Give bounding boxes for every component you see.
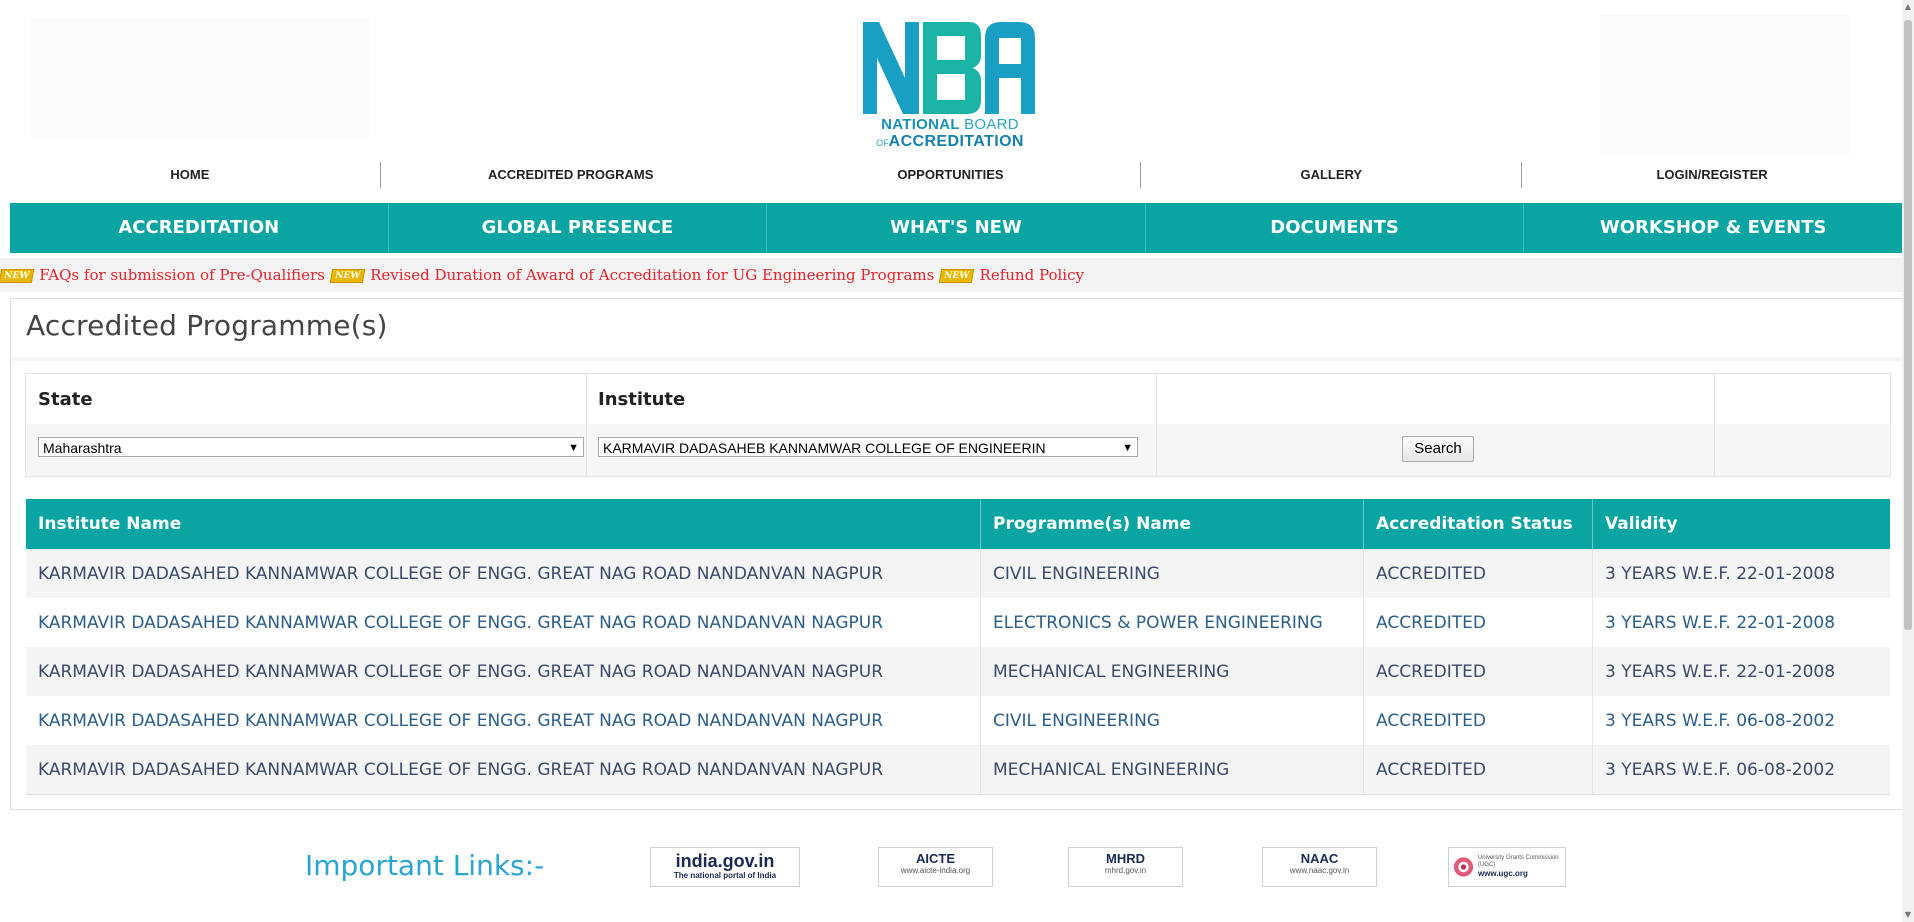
table-row: KARMAVIR DADASAHED KANNAMWAR COLLEGE OF … — [26, 745, 1890, 795]
mhrd-name: MHRD — [1106, 851, 1145, 866]
mhrd-sub: mhrd.gov.in — [1104, 866, 1147, 875]
news-ticker: NEW FAQs for submission of Pre-Qualifiers… — [0, 258, 1902, 292]
mainnav-accreditation[interactable]: ACCREDITATION — [10, 203, 389, 253]
table-row: KARMAVIR DADASAHED KANNAMWAR COLLEGE OF … — [26, 549, 1890, 598]
cell-programme: CIVIL ENGINEERING — [980, 696, 1364, 745]
cell-status: ACCREDITED — [1363, 745, 1593, 795]
topnav-gallery[interactable]: GALLERY — [1141, 160, 1521, 190]
institute-label: Institute — [598, 389, 686, 410]
india-gov-sub: The national portal of India — [673, 871, 777, 880]
ugc-sub: www.ugc.org — [1477, 869, 1528, 878]
page-title: Accredited Programme(s) — [26, 309, 388, 342]
state-select-value: Maharashtra — [43, 440, 122, 456]
vertical-scrollbar[interactable]: ▲ ▼ — [1902, 0, 1914, 922]
accredited-programmes-panel: Accredited Programme(s) State Institute … — [10, 298, 1902, 810]
cell-programme: CIVIL ENGINEERING — [980, 549, 1364, 598]
ticker-item-refund-policy[interactable]: Refund Policy — [980, 266, 1084, 284]
topnav-home[interactable]: HOME — [0, 160, 380, 190]
cell-institute: KARMAVIR DADASAHED KANNAMWAR COLLEGE OF … — [26, 696, 981, 745]
col-validity: Validity — [1592, 499, 1890, 549]
logo-line1-b: BOARD — [964, 116, 1019, 133]
cell-validity: 3 YEARS W.E.F. 06-08-2002 — [1592, 745, 1890, 795]
results-table: Institute Name Programme(s) Name Accredi… — [26, 499, 1890, 795]
mhrd-emblem[interactable]: MHRD mhrd.gov.in — [1068, 847, 1183, 887]
cell-institute: KARMAVIR DADASAHED KANNAMWAR COLLEGE OF … — [26, 745, 981, 795]
mainnav-global-presence[interactable]: GLOBAL PRESENCE — [389, 203, 768, 253]
header-banner-left — [30, 18, 370, 138]
nba-logo-icon — [863, 22, 1035, 114]
table-row: KARMAVIR DADASAHED KANNAMWAR COLLEGE OF … — [26, 647, 1890, 696]
table-row: KARMAVIR DADASAHED KANNAMWAR COLLEGE OF … — [26, 598, 1890, 647]
cell-programme: MECHANICAL ENGINEERING — [980, 745, 1364, 795]
india-gov-name: india.gov.in — [675, 851, 775, 871]
scroll-down-icon[interactable]: ▼ — [1903, 910, 1913, 920]
col-programme-name: Programme(s) Name — [980, 499, 1364, 549]
aicte-sub: www.aicte-india.org — [900, 866, 971, 875]
cell-status: ACCREDITED — [1363, 647, 1593, 696]
logo-line2: ACCREDITATION — [888, 133, 1024, 150]
select-arrow-icon: ▼ — [1122, 442, 1133, 454]
state-select[interactable]: Maharashtra ▼ — [38, 437, 584, 457]
important-links: Important Links:- india.gov.in The natio… — [0, 835, 1902, 905]
search-filter: State Institute Maharashtra ▼ KARMAVIR D… — [25, 373, 1891, 477]
naac-name: NAAC — [1300, 851, 1339, 866]
cell-validity: 3 YEARS W.E.F. 22-01-2008 — [1592, 647, 1890, 696]
aicte-name: AICTE — [916, 851, 955, 866]
header-banner-right — [1600, 15, 1850, 155]
cell-programme: ELECTRONICS & POWER ENGINEERING — [980, 598, 1364, 647]
cell-status: ACCREDITED — [1363, 598, 1593, 647]
important-links-title: Important Links:- — [305, 849, 545, 882]
cell-institute: KARMAVIR DADASAHED KANNAMWAR COLLEGE OF … — [26, 647, 981, 696]
mainnav-workshop-events[interactable]: WORKSHOP & EVENTS — [1524, 203, 1902, 253]
ugc-emblem-icon — [1453, 857, 1474, 877]
naac-sub: www.naac.gov.in — [1289, 866, 1350, 875]
new-badge-icon: NEW — [939, 269, 975, 283]
cell-institute: KARMAVIR DADASAHED KANNAMWAR COLLEGE OF … — [26, 598, 981, 647]
cell-status: ACCREDITED — [1363, 696, 1593, 745]
india-gov-logo[interactable]: india.gov.in The national portal of Indi… — [650, 847, 800, 887]
col-institute-name: Institute Name — [26, 499, 981, 549]
cell-programme: MECHANICAL ENGINEERING — [980, 647, 1364, 696]
search-button[interactable]: Search — [1402, 436, 1474, 462]
ugc-logo[interactable]: University Grants Commission (UGC) www.u… — [1448, 847, 1566, 887]
naac-logo[interactable]: NAAC www.naac.gov.in — [1262, 847, 1377, 887]
table-row: KARMAVIR DADASAHED KANNAMWAR COLLEGE OF … — [26, 696, 1890, 745]
cell-institute: KARMAVIR DADASAHED KANNAMWAR COLLEGE OF … — [26, 549, 981, 598]
logo-line1-a: NATIONAL — [881, 116, 960, 133]
cell-validity: 3 YEARS W.E.F. 22-01-2008 — [1592, 598, 1890, 647]
cell-validity: 3 YEARS W.E.F. 06-08-2002 — [1592, 696, 1890, 745]
select-arrow-icon: ▼ — [568, 442, 579, 454]
title-divider — [11, 357, 1902, 361]
aicte-logo[interactable]: AICTE www.aicte-india.org — [878, 847, 993, 887]
cell-status: ACCREDITED — [1363, 549, 1593, 598]
state-label: State — [38, 389, 93, 410]
topnav-login-register[interactable]: LOGIN/REGISTER — [1522, 160, 1902, 190]
main-nav: ACCREDITATION GLOBAL PRESENCE WHAT'S NEW… — [10, 203, 1902, 253]
cell-validity: 3 YEARS W.E.F. 22-01-2008 — [1592, 549, 1890, 598]
institute-select-value: KARMAVIR DADASAHEB KANNAMWAR COLLEGE OF … — [603, 440, 1046, 456]
new-badge-icon: NEW — [329, 269, 366, 283]
logo-line2-prefix: OF — [876, 138, 889, 148]
new-badge-icon: NEW — [0, 269, 35, 283]
mainnav-whats-new[interactable]: WHAT'S NEW — [767, 203, 1146, 253]
ticker-item-revised-duration[interactable]: Revised Duration of Award of Accreditati… — [370, 266, 934, 284]
ugc-name: University Grants Commission (UGC) — [1477, 855, 1559, 868]
scroll-up-icon[interactable]: ▲ — [1903, 2, 1913, 12]
nba-logo[interactable]: NATIONAL BOARD OFACCREDITATION — [855, 18, 1045, 158]
mainnav-documents[interactable]: DOCUMENTS — [1146, 203, 1525, 253]
ticker-item-faqs[interactable]: FAQs for submission of Pre-Qualifiers — [39, 266, 325, 284]
table-header-row: Institute Name Programme(s) Name Accredi… — [26, 499, 1890, 549]
col-accreditation-status: Accreditation Status — [1363, 499, 1593, 549]
top-nav: HOME ACCREDITED PROGRAMS OPPORTUNITIES G… — [0, 160, 1902, 190]
page: NATIONAL BOARD OFACCREDITATION HOME ACCR… — [0, 0, 1902, 922]
institute-select[interactable]: KARMAVIR DADASAHEB KANNAMWAR COLLEGE OF … — [598, 437, 1138, 457]
scrollbar-thumb[interactable] — [1904, 20, 1912, 630]
topnav-opportunities[interactable]: OPPORTUNITIES — [761, 160, 1141, 190]
topnav-accredited-programs[interactable]: ACCREDITED PROGRAMS — [381, 160, 761, 190]
